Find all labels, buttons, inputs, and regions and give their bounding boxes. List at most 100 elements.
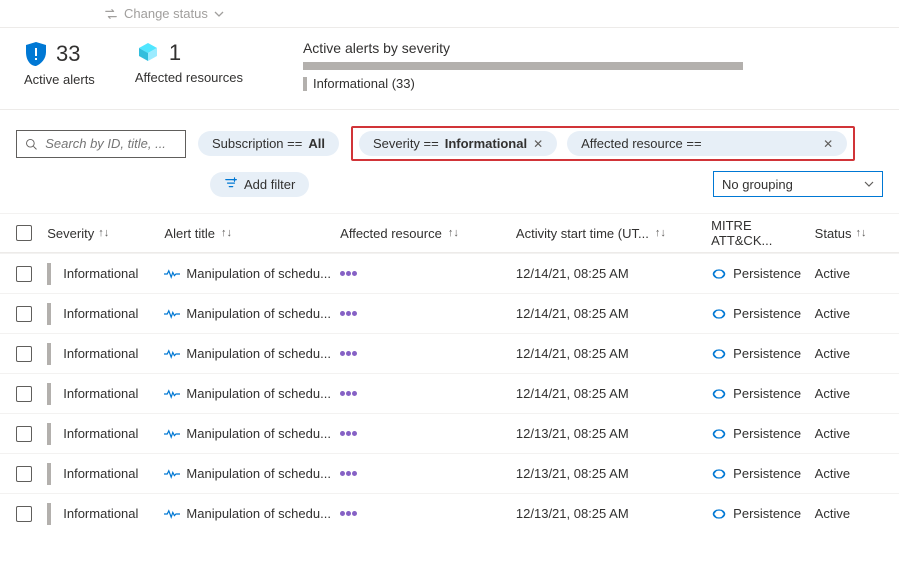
severity-indicator xyxy=(47,423,51,445)
alert-icon xyxy=(164,348,180,360)
severity-chip xyxy=(303,77,307,91)
table-row[interactable]: InformationalManipulation of schedu...12… xyxy=(0,493,899,533)
mitre-icon xyxy=(711,467,727,481)
severity-text: Informational xyxy=(63,266,138,281)
filter-pill-affected-resource[interactable]: Affected resource == ✕ xyxy=(567,131,847,156)
select-all-checkbox[interactable] xyxy=(16,225,32,241)
sort-icon: ↑↓ xyxy=(221,227,232,239)
status-text: Active xyxy=(815,506,850,521)
activity-time: 12/14/21, 08:25 AM xyxy=(516,386,629,401)
mitre-icon xyxy=(711,307,727,321)
table-row[interactable]: InformationalManipulation of schedu...12… xyxy=(0,253,899,293)
resource-icon xyxy=(340,271,357,276)
sort-icon: ↑↓ xyxy=(98,227,109,239)
toolbar: Change status xyxy=(0,0,899,28)
affected-resources-label: Affected resources xyxy=(135,70,243,85)
filter-key: Severity == xyxy=(373,136,439,151)
sort-icon: ↑↓ xyxy=(448,227,459,239)
column-header-status[interactable]: Status ↑↓ xyxy=(815,226,883,241)
status-text: Active xyxy=(815,426,850,441)
resource-icon xyxy=(340,311,357,316)
alert-title: Manipulation of schedu... xyxy=(186,506,331,521)
active-alerts-label: Active alerts xyxy=(24,72,95,87)
close-icon[interactable]: ✕ xyxy=(823,137,833,151)
filter-value: Informational xyxy=(445,136,527,151)
filter-key: Subscription == xyxy=(212,136,302,151)
alert-title: Manipulation of schedu... xyxy=(186,386,331,401)
activity-time: 12/14/21, 08:25 AM xyxy=(516,346,629,361)
activity-time: 12/14/21, 08:25 AM xyxy=(516,266,629,281)
row-checkbox[interactable] xyxy=(16,346,32,362)
grouping-dropdown[interactable]: No grouping xyxy=(713,171,883,197)
filter-value: All xyxy=(308,136,325,151)
activity-time: 12/13/21, 08:25 AM xyxy=(516,426,629,441)
close-icon[interactable]: ✕ xyxy=(533,137,543,151)
search-box[interactable] xyxy=(16,130,186,158)
mitre-icon xyxy=(711,507,727,521)
summary-section: 33 Active alerts 1 Affected resources Ac… xyxy=(0,28,899,110)
severity-indicator xyxy=(47,343,51,365)
alert-icon xyxy=(164,508,180,520)
cube-icon xyxy=(135,40,161,66)
table-row[interactable]: InformationalManipulation of schedu...12… xyxy=(0,413,899,453)
row-checkbox[interactable] xyxy=(16,466,32,482)
table-header: Severity ↑↓ Alert title ↑↓ Affected reso… xyxy=(0,213,899,253)
add-filter-button[interactable]: Add filter xyxy=(210,172,309,197)
swap-icon xyxy=(104,7,118,21)
column-label: Affected resource xyxy=(340,226,442,241)
table-row[interactable]: InformationalManipulation of schedu...12… xyxy=(0,333,899,373)
alert-icon xyxy=(164,308,180,320)
status-text: Active xyxy=(815,306,850,321)
alert-title: Manipulation of schedu... xyxy=(186,426,331,441)
activity-time: 12/13/21, 08:25 AM xyxy=(516,506,629,521)
row-checkbox[interactable] xyxy=(16,266,32,282)
resource-icon xyxy=(340,391,357,396)
severity-text: Informational xyxy=(63,466,138,481)
status-text: Active xyxy=(815,266,850,281)
alert-title: Manipulation of schedu... xyxy=(186,346,331,361)
change-status-button[interactable]: Change status xyxy=(104,6,224,21)
filter-key: Affected resource == xyxy=(581,136,701,151)
severity-title: Active alerts by severity xyxy=(303,40,875,56)
table-row[interactable]: InformationalManipulation of schedu...12… xyxy=(0,373,899,413)
alert-title: Manipulation of schedu... xyxy=(186,466,331,481)
table-row[interactable]: InformationalManipulation of schedu...12… xyxy=(0,293,899,333)
activity-time: 12/13/21, 08:25 AM xyxy=(516,466,629,481)
chevron-down-icon xyxy=(214,9,224,19)
row-checkbox[interactable] xyxy=(16,386,32,402)
chevron-down-icon xyxy=(864,179,874,189)
affected-resources-count: 1 xyxy=(169,40,181,66)
table-row[interactable]: Informational Manipulation of schedu... 12… xyxy=(0,453,899,493)
severity-indicator xyxy=(47,503,51,525)
severity-indicator xyxy=(47,463,51,485)
row-checkbox[interactable] xyxy=(16,426,32,442)
alert-icon xyxy=(164,268,180,280)
active-alerts-stat: 33 Active alerts xyxy=(24,40,95,87)
alert-title: Manipulation of schedu... xyxy=(186,306,331,321)
severity-text: Informational xyxy=(63,306,138,321)
column-header-mitre[interactable]: MITRE ATT&CK... xyxy=(711,218,815,248)
status-text: Active xyxy=(815,386,850,401)
change-status-label: Change status xyxy=(124,6,208,21)
column-header-time[interactable]: Activity start time (UT... ↑↓ xyxy=(516,226,711,241)
resource-icon xyxy=(340,471,357,476)
table-body: Informational Manipulation of schedu... 12… xyxy=(0,253,899,533)
affected-resources-stat: 1 Affected resources xyxy=(135,40,243,85)
column-header-resource[interactable]: Affected resource ↑↓ xyxy=(340,226,516,241)
severity-indicator xyxy=(47,303,51,325)
active-alerts-count: 33 xyxy=(56,41,80,67)
row-checkbox[interactable] xyxy=(16,306,32,322)
mitre-tactic: Persistence xyxy=(733,426,801,441)
search-input[interactable] xyxy=(43,135,177,152)
column-label: Status xyxy=(815,226,852,241)
severity-indicator xyxy=(47,383,51,405)
column-header-severity[interactable]: Severity ↑↓ xyxy=(47,226,164,241)
filter-pill-severity[interactable]: Severity == Informational ✕ xyxy=(359,131,557,156)
severity-caption: Informational (33) xyxy=(313,76,415,91)
mitre-tactic: Persistence xyxy=(733,346,801,361)
filter-pill-subscription[interactable]: Subscription == All xyxy=(198,131,339,156)
column-label: MITRE ATT&CK... xyxy=(711,218,815,248)
column-header-title[interactable]: Alert title ↑↓ xyxy=(164,226,340,241)
alert-icon xyxy=(164,428,180,440)
row-checkbox[interactable] xyxy=(16,506,32,522)
